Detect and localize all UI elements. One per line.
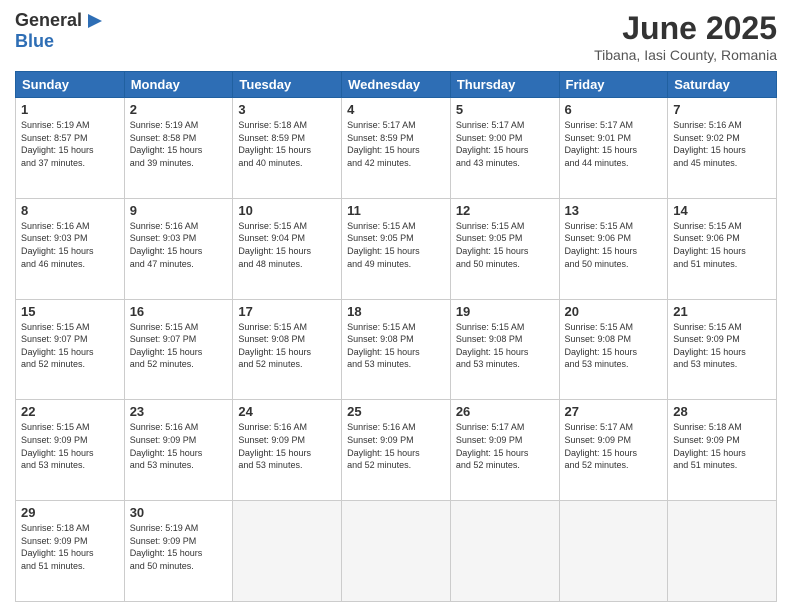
day-27: 27 Sunrise: 5:17 AMSunset: 9:09 PMDaylig… xyxy=(559,400,668,501)
day-empty-1 xyxy=(233,501,342,602)
page: General Blue June 2025 Tibana, Iasi Coun… xyxy=(0,0,792,612)
day-16: 16 Sunrise: 5:15 AMSunset: 9:07 PMDaylig… xyxy=(124,299,233,400)
week-row-4: 22 Sunrise: 5:15 AMSunset: 9:09 PMDaylig… xyxy=(16,400,777,501)
header: General Blue June 2025 Tibana, Iasi Coun… xyxy=(15,10,777,63)
day-12: 12 Sunrise: 5:15 AMSunset: 9:05 PMDaylig… xyxy=(450,198,559,299)
day-9: 9 Sunrise: 5:16 AMSunset: 9:03 PMDayligh… xyxy=(124,198,233,299)
main-title: June 2025 xyxy=(594,10,777,47)
subtitle: Tibana, Iasi County, Romania xyxy=(594,47,777,63)
day-21: 21 Sunrise: 5:15 AMSunset: 9:09 PMDaylig… xyxy=(668,299,777,400)
day-empty-4 xyxy=(559,501,668,602)
logo-blue: Blue xyxy=(15,32,106,52)
day-29: 29 Sunrise: 5:18 AMSunset: 9:09 PMDaylig… xyxy=(16,501,125,602)
day-4: 4 Sunrise: 5:17 AMSunset: 8:59 PMDayligh… xyxy=(342,98,451,199)
day-25: 25 Sunrise: 5:16 AMSunset: 9:09 PMDaylig… xyxy=(342,400,451,501)
logo: General Blue xyxy=(15,10,106,52)
day-24: 24 Sunrise: 5:16 AMSunset: 9:09 PMDaylig… xyxy=(233,400,342,501)
day-13: 13 Sunrise: 5:15 AMSunset: 9:06 PMDaylig… xyxy=(559,198,668,299)
header-friday: Friday xyxy=(559,72,668,98)
day-3: 3 Sunrise: 5:18 AMSunset: 8:59 PMDayligh… xyxy=(233,98,342,199)
day-17: 17 Sunrise: 5:15 AMSunset: 9:08 PMDaylig… xyxy=(233,299,342,400)
day-11: 11 Sunrise: 5:15 AMSunset: 9:05 PMDaylig… xyxy=(342,198,451,299)
calendar-header-row: Sunday Monday Tuesday Wednesday Thursday… xyxy=(16,72,777,98)
day-23: 23 Sunrise: 5:16 AMSunset: 9:09 PMDaylig… xyxy=(124,400,233,501)
day-30: 30 Sunrise: 5:19 AMSunset: 9:09 PMDaylig… xyxy=(124,501,233,602)
day-26: 26 Sunrise: 5:17 AMSunset: 9:09 PMDaylig… xyxy=(450,400,559,501)
header-thursday: Thursday xyxy=(450,72,559,98)
day-22: 22 Sunrise: 5:15 AMSunset: 9:09 PMDaylig… xyxy=(16,400,125,501)
day-5: 5 Sunrise: 5:17 AMSunset: 9:00 PMDayligh… xyxy=(450,98,559,199)
week-row-1: 1 Sunrise: 5:19 AMSunset: 8:57 PMDayligh… xyxy=(16,98,777,199)
day-6: 6 Sunrise: 5:17 AMSunset: 9:01 PMDayligh… xyxy=(559,98,668,199)
day-20: 20 Sunrise: 5:15 AMSunset: 9:08 PMDaylig… xyxy=(559,299,668,400)
day-15: 15 Sunrise: 5:15 AMSunset: 9:07 PMDaylig… xyxy=(16,299,125,400)
day-empty-2 xyxy=(342,501,451,602)
day-18: 18 Sunrise: 5:15 AMSunset: 9:08 PMDaylig… xyxy=(342,299,451,400)
day-empty-3 xyxy=(450,501,559,602)
logo-flag-icon xyxy=(84,10,106,32)
day-7: 7 Sunrise: 5:16 AMSunset: 9:02 PMDayligh… xyxy=(668,98,777,199)
day-28: 28 Sunrise: 5:18 AMSunset: 9:09 PMDaylig… xyxy=(668,400,777,501)
header-monday: Monday xyxy=(124,72,233,98)
day-19: 19 Sunrise: 5:15 AMSunset: 9:08 PMDaylig… xyxy=(450,299,559,400)
week-row-2: 8 Sunrise: 5:16 AMSunset: 9:03 PMDayligh… xyxy=(16,198,777,299)
header-tuesday: Tuesday xyxy=(233,72,342,98)
day-14: 14 Sunrise: 5:15 AMSunset: 9:06 PMDaylig… xyxy=(668,198,777,299)
week-row-5: 29 Sunrise: 5:18 AMSunset: 9:09 PMDaylig… xyxy=(16,501,777,602)
header-wednesday: Wednesday xyxy=(342,72,451,98)
day-8: 8 Sunrise: 5:16 AMSunset: 9:03 PMDayligh… xyxy=(16,198,125,299)
day-empty-5 xyxy=(668,501,777,602)
header-saturday: Saturday xyxy=(668,72,777,98)
logo-general: General xyxy=(15,11,82,31)
day-10: 10 Sunrise: 5:15 AMSunset: 9:04 PMDaylig… xyxy=(233,198,342,299)
week-row-3: 15 Sunrise: 5:15 AMSunset: 9:07 PMDaylig… xyxy=(16,299,777,400)
calendar-table: Sunday Monday Tuesday Wednesday Thursday… xyxy=(15,71,777,602)
title-section: June 2025 Tibana, Iasi County, Romania xyxy=(594,10,777,63)
header-sunday: Sunday xyxy=(16,72,125,98)
day-1: 1 Sunrise: 5:19 AMSunset: 8:57 PMDayligh… xyxy=(16,98,125,199)
day-2: 2 Sunrise: 5:19 AMSunset: 8:58 PMDayligh… xyxy=(124,98,233,199)
